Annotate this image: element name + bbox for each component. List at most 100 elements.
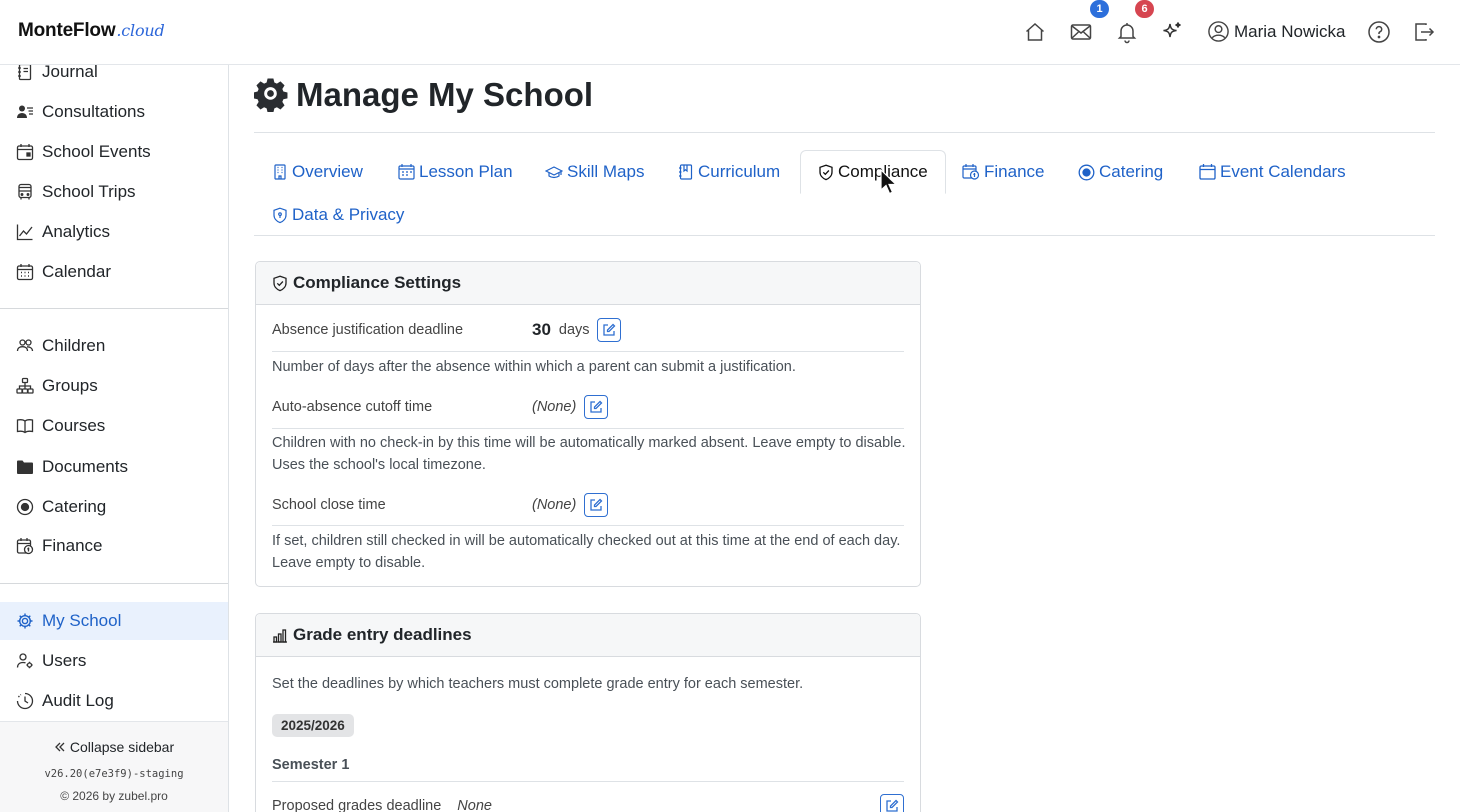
ai-sparkles-icon[interactable]: [1160, 20, 1184, 44]
edit-button[interactable]: [596, 318, 621, 342]
record-circle-icon: [16, 498, 34, 516]
row-divider: [272, 428, 904, 429]
tab-label: Curriculum: [698, 162, 781, 181]
sidebar-item-groups[interactable]: Groups: [0, 367, 228, 405]
collapse-sidebar-button[interactable]: Collapse sidebar: [0, 739, 228, 755]
pencil-square-icon: [602, 323, 615, 336]
bus-icon: [18, 183, 32, 200]
sidebar-item-children[interactable]: Children: [0, 327, 228, 365]
sidebar-item-journal[interactable]: Journal: [0, 65, 228, 91]
sidebar-item-courses[interactable]: Courses: [0, 407, 228, 445]
shield-check-icon: [273, 275, 287, 291]
brand-tld: .cloud: [116, 21, 165, 40]
pencil-square-icon: [590, 400, 603, 413]
user-menu[interactable]: Maria Nowicka: [1207, 20, 1345, 43]
sidebar-item-label: Children: [42, 336, 106, 355]
shield-check-icon: [819, 164, 833, 180]
setting-unit: days: [558, 322, 590, 338]
setting-label: Absence justification deadline: [272, 322, 464, 338]
tab-curriculum[interactable]: Curriculum: [678, 151, 780, 193]
row-divider: [272, 525, 904, 526]
tab-label: Data & Privacy: [292, 205, 405, 224]
sidebar-item-documents[interactable]: Documents: [0, 448, 228, 486]
card-header: Compliance Settings: [256, 262, 920, 305]
sidebar-item-finance[interactable]: Finance: [0, 527, 228, 565]
setting-description: Children with no check-in by this time w…: [272, 435, 906, 473]
edit-button[interactable]: [584, 493, 609, 517]
sidebar-item-my-school[interactable]: My School: [0, 602, 228, 640]
sidebar-item-school-events[interactable]: School Events: [0, 133, 228, 171]
tab-label: Overview: [292, 162, 363, 181]
record-circle-icon: [1078, 164, 1095, 180]
notifications-count-badge: 6: [1135, 0, 1154, 18]
auto-absence-cutoff-row: Auto-absence cutoff time (None): [272, 395, 904, 419]
sidebar-item-label: Audit Log: [42, 691, 114, 710]
sidebar-item-calendar[interactable]: Calendar: [0, 253, 228, 291]
app-version: v26.20(e7e3f9)-staging: [44, 768, 184, 780]
notifications-button[interactable]: 6: [1115, 0, 1154, 44]
sidebar-item-catering[interactable]: Catering: [0, 488, 228, 526]
sidebar-item-label: Catering: [42, 497, 107, 516]
chart-line-icon: [16, 224, 33, 241]
setting-description: If set, children still checked in will b…: [272, 533, 901, 571]
tab-catering[interactable]: Catering: [1078, 151, 1163, 193]
sidebar-footer: Collapse sidebar v26.20(e7e3f9)-staging …: [0, 721, 228, 812]
calendar-week-icon: [398, 164, 415, 180]
edit-button[interactable]: [584, 395, 609, 419]
tabs-divider: [254, 235, 1435, 236]
bell-icon: [1117, 23, 1137, 44]
setting-value: 30: [532, 320, 551, 339]
absence-deadline-row: Absence justification deadline 30 days: [272, 318, 904, 342]
cash-calendar-icon: [16, 538, 34, 555]
book-icon: [16, 419, 34, 434]
home-icon[interactable]: [1023, 20, 1047, 44]
setting-value: None: [457, 798, 492, 812]
tab-data-privacy[interactable]: Data & Privacy: [272, 194, 404, 236]
title-divider: [254, 132, 1435, 133]
sidebar-item-school-trips[interactable]: School Trips: [0, 173, 228, 211]
sidebar-item-audit-log[interactable]: Audit Log: [0, 682, 228, 720]
help-icon[interactable]: [1367, 20, 1391, 44]
sidebar-item-analytics[interactable]: Analytics: [0, 213, 228, 251]
edit-button[interactable]: [880, 794, 904, 812]
row-divider: [272, 781, 904, 782]
tab-finance[interactable]: Finance: [962, 151, 1044, 193]
mail-button[interactable]: 1: [1069, 0, 1109, 44]
sidebar-item-users[interactable]: Users: [0, 642, 228, 680]
shield-lock-icon: [273, 207, 287, 223]
semester-heading: Semester 1: [272, 757, 350, 773]
logout-icon[interactable]: [1412, 20, 1436, 44]
sidebar-item-label: School Trips: [42, 182, 136, 201]
sidebar: Journal Consultations School Events Scho…: [0, 65, 229, 812]
school-year-badge: 2025/2026: [272, 714, 354, 737]
sidebar-item-label: Calendar: [42, 262, 111, 281]
gear-icon: [254, 78, 288, 112]
tab-overview[interactable]: Overview: [272, 151, 363, 193]
person-circle-icon: [1208, 21, 1229, 42]
grade-deadlines-card: Grade entry deadlines Set the deadlines …: [255, 613, 921, 812]
card-header: Grade entry deadlines: [256, 614, 920, 657]
setting-label: Proposed grades deadline: [272, 798, 442, 812]
sidebar-item-label: Users: [42, 651, 87, 670]
bar-chart-icon: [273, 629, 287, 643]
tab-compliance[interactable]: Compliance: [800, 150, 946, 194]
setting-description: Number of days after the absence within …: [272, 359, 796, 375]
copyright: © 2026 by zubel.pro: [60, 789, 168, 803]
sidebar-divider: [0, 308, 228, 309]
user-name: Maria Nowicka: [1234, 21, 1346, 41]
tab-lesson-plan[interactable]: Lesson Plan: [398, 151, 513, 193]
sidebar-item-consultations[interactable]: Consultations: [0, 93, 228, 131]
tab-event-calendars[interactable]: Event Calendars: [1199, 151, 1346, 193]
sidebar-item-label: Courses: [42, 416, 106, 435]
sidebar-item-label: School Events: [42, 142, 151, 161]
cash-calendar-icon: [962, 164, 980, 180]
grades-description: Set the deadlines by which teachers must…: [272, 676, 804, 692]
tab-label: Event Calendars: [1220, 162, 1346, 181]
pencil-square-icon: [590, 498, 603, 511]
page-title-text: Manage My School: [296, 76, 594, 113]
tab-skill-maps[interactable]: Skill Maps: [545, 151, 644, 193]
brand-logo[interactable]: MonteFlow.cloud: [18, 20, 165, 42]
row-divider: [272, 351, 904, 352]
tab-label: Catering: [1099, 162, 1164, 181]
person-gear-icon: [16, 653, 33, 669]
